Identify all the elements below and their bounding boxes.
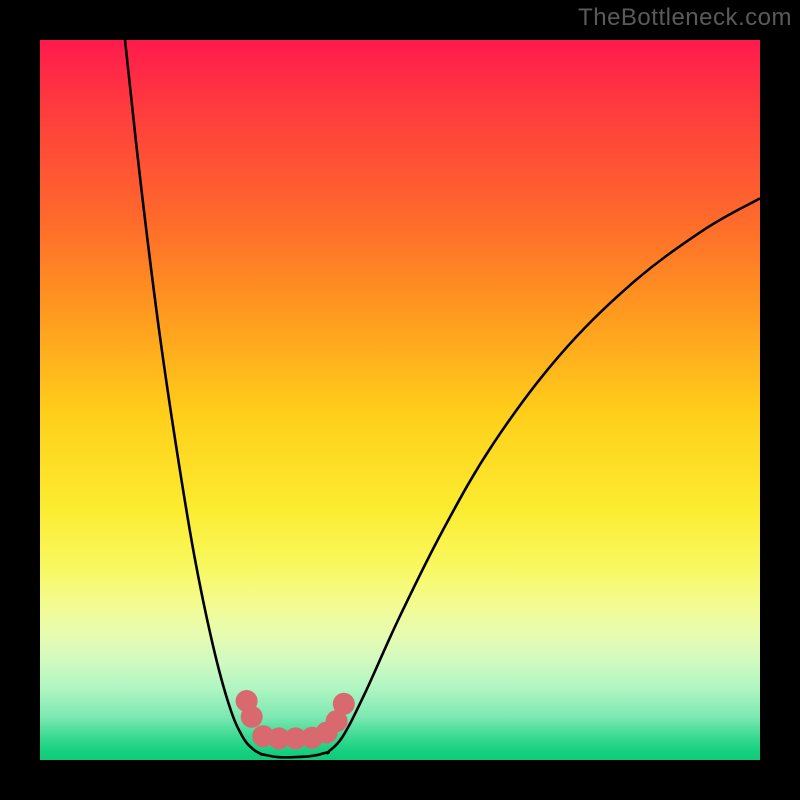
- plot-area: [40, 40, 760, 760]
- watermark-text: TheBottleneck.com: [578, 4, 792, 32]
- marker-dot: [241, 706, 263, 728]
- chart-frame: TheBottleneck.com: [0, 0, 800, 800]
- curve-path: [125, 40, 760, 757]
- marker-dot: [333, 693, 355, 715]
- bottleneck-curve: [40, 40, 760, 760]
- bottom-markers: [236, 690, 355, 749]
